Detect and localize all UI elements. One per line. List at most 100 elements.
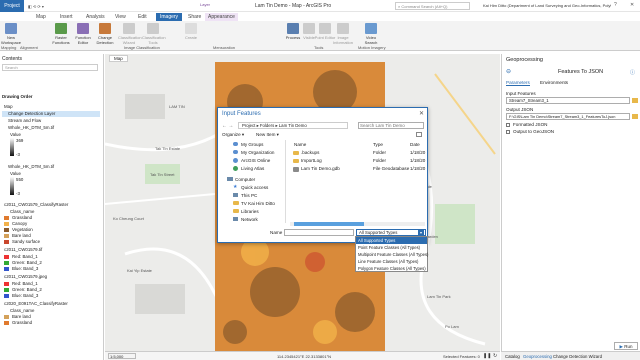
folder-icon [233, 201, 239, 205]
layer-classify-2011[interactable]: c2011_CW01579_ClassifyRaster [4, 202, 68, 207]
browse-folder-icon[interactable] [632, 114, 638, 119]
nav-libraries[interactable]: Libraries [241, 209, 259, 214]
view-toggle-icon[interactable] [416, 132, 422, 137]
column-name[interactable]: Name [294, 142, 306, 147]
swatch-green-2 [4, 288, 9, 292]
contents-search[interactable]: Search [2, 64, 98, 71]
nav-computer[interactable]: Computer [235, 177, 255, 182]
dtm-ramp-2 [10, 177, 14, 195]
nav-arcgis-online[interactable]: ArcGIS Online [241, 158, 270, 163]
dropdown-option-line[interactable]: Line Feature Classes (All Types) [358, 259, 418, 264]
horizontal-scrollbar[interactable] [290, 222, 425, 226]
layer-2011-jpeg[interactable]: c2011_CW01579.jpeg [4, 274, 47, 279]
formatted-json-checkbox[interactable] [506, 123, 510, 127]
dialog-title: Input Features [222, 111, 261, 117]
new-workspace-button[interactable]: New Workspace [0, 23, 22, 45]
tab-analysis[interactable]: Analysis [86, 13, 105, 21]
layer-change-detection[interactable]: Change Detection Layer [8, 111, 55, 116]
close-icon[interactable]: ✕ [630, 2, 634, 8]
info-icon[interactable]: ⓘ [630, 69, 635, 76]
create-button[interactable]: Create [180, 23, 202, 40]
computer-icon [227, 177, 233, 181]
new-item-menu[interactable]: New Item ▾ [256, 132, 279, 138]
list-item[interactable]: Lam Tin Demo.gdb File Geodatabase 1/18/2… [288, 166, 426, 173]
raster-functions-button[interactable]: Raster Functions [50, 23, 72, 45]
filter-select[interactable]: All Supported Types ▾ [356, 229, 426, 236]
browse-folder-icon[interactable] [632, 98, 638, 103]
contents-pane: Contents Search Drawing Order Map Change… [0, 54, 104, 360]
function-editor-button[interactable]: Function Editor [72, 23, 94, 45]
pane-tabs: Catalog Geoprocessing Change Detection W… [501, 351, 640, 360]
classification-tools-button[interactable]: Classification Tools [142, 23, 166, 45]
band-blue-2: Blue: Band_3 [12, 293, 39, 298]
legend-value-2: Value [10, 171, 21, 176]
column-date[interactable]: Date [410, 142, 420, 147]
video-search-button[interactable]: Video Search [360, 23, 382, 45]
geojson-checkbox[interactable] [506, 130, 510, 134]
classification-wizard-button[interactable]: Classification Wizard [118, 23, 142, 45]
selected-features[interactable]: Selected Features: 0 [443, 354, 480, 359]
scale-select[interactable]: 1:5,000 [108, 353, 136, 359]
nav-my-groups[interactable]: My Groups [241, 142, 263, 147]
group-label-alignment: Alignment [20, 45, 38, 50]
breadcrumb-project[interactable]: Project [242, 123, 255, 128]
list-item[interactable]: .backups Folder 1/18/20 [288, 150, 426, 157]
refresh-icon[interactable]: ↻ [493, 353, 497, 359]
tab-share[interactable]: Share [188, 13, 201, 21]
tab-change-detection-wizard[interactable]: Change Detection Wizard [553, 354, 602, 359]
legend-value-1: Value [10, 132, 21, 137]
tab-view[interactable]: View [115, 13, 126, 21]
user-name[interactable]: Kai Him Ditto (Department of Land Survey… [483, 3, 611, 8]
input-features-field[interactable]: Stream7_Stream3_1 [506, 97, 630, 104]
breadcrumb-lam-tin-demo[interactable]: Lam Tin Demo [279, 123, 307, 128]
list-item[interactable]: ImportLog Folder 1/18/20 [288, 158, 426, 165]
change-detection-button[interactable]: Change Detection [94, 23, 116, 45]
name-input[interactable] [284, 229, 354, 236]
layer-dtm-2[interactable]: Whole_HK_DTM_5m.tif [8, 164, 54, 169]
nav-network[interactable]: Network [241, 217, 258, 222]
dropdown-option-multipoint[interactable]: Multipoint Feature Classes (All Types) [358, 252, 428, 257]
layer-2011-tif[interactable]: c2011_CW01579.tif [4, 247, 42, 252]
quick-access-toolbar[interactable]: ◧ ⟲ ⟳ ▾ [28, 4, 88, 9]
dropdown-option-all-supported[interactable]: All Supported Types [358, 238, 395, 243]
scrollbar-thumb[interactable] [294, 222, 364, 226]
tab-map[interactable]: Map [36, 13, 46, 21]
tab-parameters[interactable]: Parameters [506, 80, 530, 86]
tab-environments[interactable]: Environments [540, 80, 568, 85]
nav-my-organization[interactable]: My Organization [241, 150, 274, 155]
dropdown-option-polygon[interactable]: Polygon Feature Classes (All Types) [358, 266, 426, 271]
layer-stream-and-flow[interactable]: Stream and Flow [8, 118, 41, 123]
help-icon[interactable]: ? [614, 2, 617, 8]
nav-quick-access[interactable]: Quick access [241, 185, 268, 190]
tab-catalog[interactable]: Catalog [505, 354, 520, 359]
title-bar: Project ◧ ⟲ ⟳ ▾ Lam Tin Demo - Map - Arc… [0, 0, 640, 12]
output-json-field[interactable]: F:\GIS\Lam Tin Demo\Stream7_Stream3_1_Fe… [506, 113, 630, 120]
image-information-button[interactable]: Image Information [332, 23, 354, 45]
back-arrow-icon[interactable]: ⊖ [506, 68, 511, 75]
tab-edit[interactable]: Edit [138, 13, 147, 21]
breadcrumb[interactable]: Project ▸ Folders ▸ Lam Tin Demo [238, 122, 348, 129]
pause-icon[interactable]: ❚❚ [483, 353, 491, 359]
nav-this-pc[interactable]: This PC [241, 193, 257, 198]
nav-user-folder[interactable]: TV Kai Him Ditto [241, 201, 275, 206]
dialog-search-input[interactable] [358, 122, 424, 129]
tab-geoprocessing[interactable]: Geoprocessing [523, 354, 552, 359]
breadcrumb-folders[interactable]: Folders [260, 123, 274, 128]
column-type[interactable]: Type [373, 142, 383, 147]
image-information-icon [337, 23, 349, 34]
layer-map[interactable]: Map [4, 104, 13, 109]
tab-imagery[interactable]: Imagery [156, 13, 183, 21]
layer-classify-2020[interactable]: c2020_E091TAC_ClassifyRaster [4, 301, 68, 306]
command-search[interactable]: ⌕ Command Search (Alt+Q) [395, 2, 470, 10]
video-search-icon [365, 23, 377, 34]
tab-appearance[interactable]: Appearance [205, 13, 238, 21]
project-tab[interactable]: Project [0, 0, 24, 12]
back-icon[interactable]: ← → [222, 123, 233, 129]
nav-living-atlas[interactable]: Living Atlas [241, 166, 264, 171]
organize-menu[interactable]: Organize ▾ [222, 132, 244, 138]
layer-dtm-1[interactable]: Whole_HK_DTM_5m.tif [8, 125, 54, 130]
close-icon[interactable]: ✕ [419, 110, 424, 117]
tab-insert[interactable]: Insert [60, 13, 73, 21]
dropdown-option-point[interactable]: Point Feature Classes (All Types) [358, 245, 420, 250]
run-button[interactable]: ▶ Run [614, 342, 638, 350]
